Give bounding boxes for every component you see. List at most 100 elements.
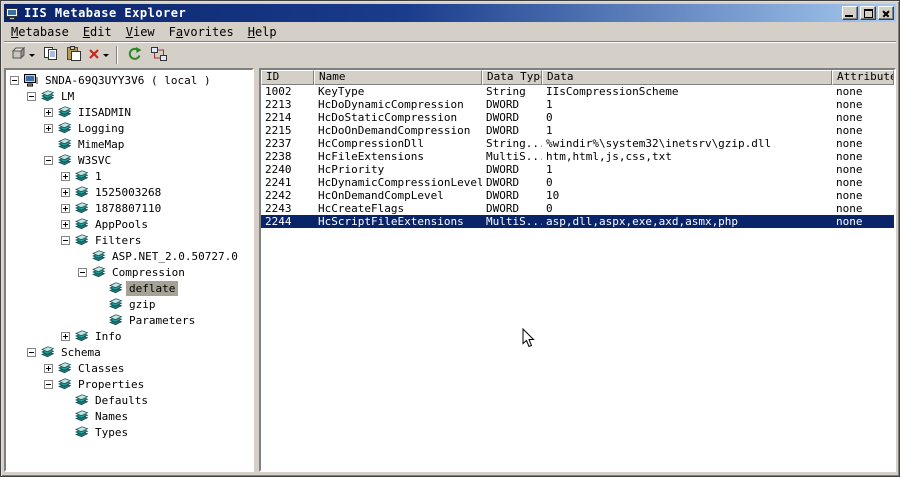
expand-box-icon[interactable] <box>61 219 70 229</box>
window-title: IIS Metabase Explorer <box>24 6 187 20</box>
tree-item-1878807110[interactable]: 1878807110 <box>6 200 252 216</box>
tree-item-deflate[interactable]: deflate <box>6 280 252 296</box>
property-row-2241[interactable]: 2241 HcDynamicCompressionLevel DWORD 0 none <box>261 176 894 189</box>
collapse-box-icon[interactable] <box>27 91 36 101</box>
tree-item-gzip[interactable]: gzip <box>6 296 252 312</box>
tree-item-classes[interactable]: Classes <box>6 360 252 376</box>
property-row-2242[interactable]: 2242 HcOnDemandCompLevel DWORD 10 none <box>261 189 894 202</box>
attributes-cell: none <box>836 215 863 228</box>
tree-item-mimemap[interactable]: MimeMap <box>6 136 252 152</box>
paste-icon <box>66 46 82 64</box>
menu-help[interactable]: Help <box>241 23 284 41</box>
tree-item-logging[interactable]: Logging <box>6 120 252 136</box>
property-row-2237[interactable]: 2237 HcCompressionDll String... %windir%\sy… <box>261 137 894 150</box>
window-controls <box>842 6 894 20</box>
delete-button[interactable] <box>86 44 111 66</box>
metabase-key-icon <box>74 234 89 246</box>
data-cell: 0 <box>546 111 553 124</box>
tree-item-properties[interactable]: Properties <box>6 376 252 392</box>
tree-item-lm[interactable]: LM <box>6 88 252 104</box>
metabase-key-icon <box>74 330 89 342</box>
list-body: 1002 KeyType String IIsCompressionScheme non… <box>261 85 894 470</box>
menu-bar: Metabase Edit View Favorites Help <box>4 22 896 41</box>
tree-item-filters[interactable]: Filters <box>6 232 252 248</box>
expand-box-icon[interactable] <box>61 187 70 197</box>
connect-icon <box>150 46 167 64</box>
collapse-box-icon[interactable] <box>27 347 36 357</box>
tree-item-schema[interactable]: Schema <box>6 344 252 360</box>
property-row-1002[interactable]: 1002 KeyType String IIsCompressionScheme non… <box>261 85 894 98</box>
attributes-cell: none <box>836 163 863 176</box>
attributes-cell: none <box>836 150 863 163</box>
property-row-2243[interactable]: 2243 HcCreateFlags DWORD 0 none <box>261 202 894 215</box>
data-type-cell: MultiS... <box>486 215 542 228</box>
metabase-key-icon <box>74 186 89 198</box>
attributes-cell: none <box>836 202 863 215</box>
column-header-data-type[interactable]: Data Type <box>482 70 542 85</box>
column-header-attributes[interactable]: Attributes <box>832 70 894 85</box>
tree-item-iisadmin[interactable]: IISADMIN <box>6 104 252 120</box>
tree-item-types[interactable]: Types <box>6 424 252 440</box>
property-row-2213[interactable]: 2213 HcDoDynamicCompression DWORD 1 none <box>261 98 894 111</box>
tree-item-defaults[interactable]: Defaults <box>6 392 252 408</box>
collapse-box-icon[interactable] <box>10 75 19 85</box>
tree-item-w3svc[interactable]: W3SVC <box>6 152 252 168</box>
property-row-2244[interactable]: 2244 HcScriptFileExtensions MultiS... asp,d… <box>261 215 894 228</box>
menu-metabase[interactable]: Metabase <box>4 23 76 41</box>
tree-item-label: 1878807110 <box>95 201 162 215</box>
data-cell: %windir%\system32\inetsrv\gzip.dll <box>546 137 772 150</box>
tree-item-1525003268[interactable]: 1525003268 <box>6 184 252 200</box>
new-key-button[interactable] <box>8 44 37 66</box>
tree-item-1[interactable]: 1 <box>6 168 252 184</box>
expand-box-icon[interactable] <box>44 107 53 117</box>
metabase-key-icon <box>74 170 89 182</box>
expand-box-icon[interactable] <box>61 171 70 181</box>
property-row-2238[interactable]: 2238 HcFileExtensions MultiS... htm,html,js… <box>261 150 894 163</box>
id-cell: 2238 <box>265 150 292 163</box>
copy-button[interactable] <box>38 44 61 66</box>
tree-item-info[interactable]: Info <box>6 328 252 344</box>
metabase-key-icon <box>74 394 89 406</box>
maximize-button[interactable] <box>860 6 876 20</box>
property-row-2215[interactable]: 2215 HcDoOnDemandCompression DWORD 1 none <box>261 124 894 137</box>
expand-box-icon[interactable] <box>61 203 70 213</box>
property-row-2240[interactable]: 2240 HcPriority DWORD 1 none <box>261 163 894 176</box>
menu-favorites[interactable]: Favorites <box>162 23 241 41</box>
properties-list: IDNameData TypeDataAttributes 1002 KeyTyp… <box>259 68 896 472</box>
property-row-2214[interactable]: 2214 HcDoStaticCompression DWORD 0 none <box>261 111 894 124</box>
tree-item-names[interactable]: Names <box>6 408 252 424</box>
paste-button[interactable] <box>62 44 85 66</box>
copy-icon <box>42 46 58 64</box>
data-cell: 0 <box>546 202 553 215</box>
expand-box-icon[interactable] <box>44 123 53 133</box>
column-header-data[interactable]: Data <box>542 70 832 85</box>
connect-button[interactable] <box>147 44 170 66</box>
close-button[interactable] <box>878 6 894 20</box>
collapse-box-icon[interactable] <box>44 155 53 165</box>
minimize-button[interactable] <box>842 6 858 20</box>
tree-item-label: Names <box>95 409 129 423</box>
metabase-key-icon <box>57 138 72 150</box>
expand-box-icon[interactable] <box>44 363 53 373</box>
collapse-box-icon[interactable] <box>44 379 53 389</box>
name-cell: HcOnDemandCompLevel <box>318 189 444 202</box>
tree-item-parameters[interactable]: Parameters <box>6 312 252 328</box>
column-header-id[interactable]: ID <box>261 70 314 85</box>
dropdown-arrow-icon[interactable] <box>29 53 35 57</box>
metabase-key-icon <box>74 426 89 438</box>
collapse-box-icon[interactable] <box>78 267 87 277</box>
collapse-box-icon[interactable] <box>61 235 70 245</box>
dropdown-arrow-icon[interactable] <box>103 53 109 57</box>
tree-item-apppools[interactable]: AppPools <box>6 216 252 232</box>
name-cell: KeyType <box>318 85 365 98</box>
tree-item-snda-69q3uyy3v6-local[interactable]: SNDA-69Q3UYY3V6 ( local ) <box>6 72 252 88</box>
attributes-cell: none <box>836 176 863 189</box>
metabase-key-icon <box>40 90 55 102</box>
tree-item-asp-net-2-0-50727-0[interactable]: ASP.NET_2.0.50727.0 <box>6 248 252 264</box>
column-header-name[interactable]: Name <box>314 70 482 85</box>
menu-edit[interactable]: Edit <box>76 23 119 41</box>
tree-item-compression[interactable]: Compression <box>6 264 252 280</box>
expand-box-icon[interactable] <box>61 331 70 341</box>
refresh-button[interactable] <box>123 44 146 66</box>
menu-view[interactable]: View <box>119 23 162 41</box>
